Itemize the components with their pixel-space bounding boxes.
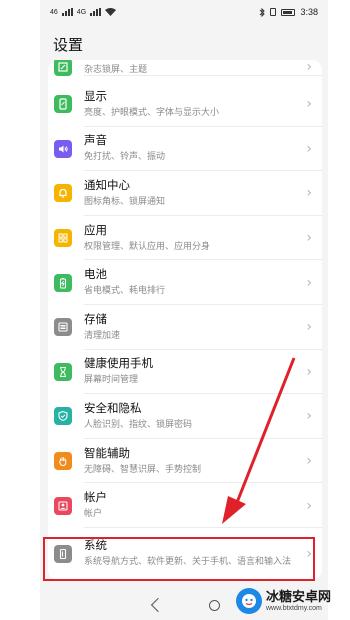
settings-item-accounts[interactable]: 帐户 帐户 › [48, 483, 322, 528]
chevron-right-icon: › [306, 60, 312, 75]
speaker-icon [54, 139, 72, 158]
watermark-logo-icon [236, 588, 262, 614]
settings-item-system[interactable]: 系统 系统导航方式、软件更新、关于手机、语言和输入法 › [48, 528, 322, 580]
settings-item-storage[interactable]: 存储 清理加速 › [48, 305, 322, 350]
settings-item-subtitle: 人脸识别、指纹、锁屏密码 [84, 418, 193, 429]
chevron-right-icon: › [306, 274, 312, 291]
settings-item-title: 显示 [84, 90, 107, 103]
wifi-icon [105, 8, 117, 16]
chevron-right-icon: › [306, 408, 312, 425]
settings-item-title: 应用 [84, 224, 107, 237]
signal-icon-2 [90, 8, 102, 16]
network-type-right: 4G [76, 8, 87, 16]
signal-icon [61, 8, 73, 16]
vibrate-icon [270, 8, 277, 16]
storage-icon [54, 318, 72, 337]
settings-list: 杂志锁屏、主题 › 显示 亮度、护眼模式、字体与显示大小 › 声音 免打扰、铃声… [48, 60, 322, 580]
watermark-url: www.btxtdmy.com [266, 604, 322, 612]
chevron-right-icon: › [306, 497, 312, 514]
home-icon[interactable] [208, 599, 220, 611]
settings-item-apps[interactable]: 应用 权限管理、默认应用、应用分身 › [48, 216, 322, 261]
settings-item-title: 安全和隐私 [84, 402, 142, 415]
settings-item-subtitle: 屏幕时间管理 [84, 374, 139, 385]
settings-item-subtitle: 亮度、护眼模式、字体与显示大小 [84, 106, 220, 117]
watermark: 冰糖安卓网 www.btxtdmy.com [236, 586, 331, 616]
settings-item-sound[interactable]: 声音 免打扰、铃声、振动 › [48, 127, 322, 172]
settings-item-title: 声音 [84, 135, 107, 148]
settings-item-home[interactable]: 杂志锁屏、主题 › [48, 60, 322, 82]
page-title: 设置 [53, 37, 84, 54]
user-icon [54, 496, 72, 515]
settings-item-digital-balance[interactable]: 健康使用手机 屏幕时间管理 › [48, 350, 322, 395]
chevron-right-icon: › [306, 319, 312, 336]
battery-icon [54, 273, 72, 292]
network-type-left: 46 [50, 8, 58, 16]
bell-icon [54, 184, 72, 203]
settings-item-subtitle: 无障碍、智慧识屏、手势控制 [84, 463, 202, 474]
back-icon[interactable] [150, 597, 165, 613]
phone-screen: 46 4G 3:38 设置 杂志锁屏、主题 › 显示 亮度、护眼模式、字体与显示… [40, 0, 328, 620]
chevron-right-icon: › [306, 230, 312, 247]
chevron-right-icon: › [306, 140, 312, 157]
settings-item-subtitle: 权限管理、默认应用、应用分身 [84, 240, 211, 251]
apps-grid-icon [54, 229, 72, 248]
settings-item-subtitle: 系统导航方式、软件更新、关于手机、语言和输入法 [84, 556, 292, 567]
settings-item-title: 健康使用手机 [84, 358, 153, 371]
status-bar: 46 4G 3:38 [40, 0, 328, 24]
hand-icon [54, 452, 72, 471]
settings-item-title: 帐户 [84, 492, 107, 505]
chevron-right-icon: › [306, 185, 312, 202]
settings-item-security[interactable]: 安全和隐私 人脸识别、指纹、锁屏密码 › [48, 394, 322, 439]
display-icon [54, 95, 72, 114]
settings-item-title: 存储 [84, 313, 107, 326]
settings-item-subtitle: 杂志锁屏、主题 [84, 64, 148, 74]
chevron-right-icon: › [306, 453, 312, 470]
settings-item-title: 系统 [84, 540, 107, 553]
phone-icon [54, 544, 72, 563]
hourglass-icon [54, 362, 72, 381]
settings-item-battery[interactable]: 电池 省电模式、耗电排行 › [48, 260, 322, 305]
home-screen-icon [54, 60, 72, 76]
settings-item-title: 智能辅助 [84, 447, 130, 460]
settings-item-subtitle: 清理加速 [84, 329, 121, 340]
settings-item-notifications[interactable]: 通知中心 图标角标、锁屏通知 › [48, 171, 322, 216]
chevron-right-icon: › [306, 363, 312, 380]
bluetooth-icon [260, 7, 266, 17]
settings-item-subtitle: 免打扰、铃声、振动 [84, 151, 166, 162]
settings-item-title: 电池 [84, 269, 107, 282]
settings-item-accessibility[interactable]: 智能辅助 无障碍、智慧识屏、手势控制 › [48, 439, 322, 484]
status-time: 3:38 [300, 7, 318, 17]
settings-item-subtitle: 图标角标、锁屏通知 [84, 195, 166, 206]
settings-item-display[interactable]: 显示 亮度、护眼模式、字体与显示大小 › [48, 82, 322, 127]
chevron-right-icon: › [306, 96, 312, 113]
chevron-right-icon: › [306, 545, 312, 562]
battery-status-icon [281, 8, 296, 16]
shield-icon [54, 407, 72, 426]
settings-item-subtitle: 帐户 [84, 508, 103, 519]
settings-item-subtitle: 省电模式、耗电排行 [84, 285, 166, 296]
watermark-name: 冰糖安卓网 [266, 588, 332, 604]
settings-item-title: 通知中心 [84, 179, 130, 192]
